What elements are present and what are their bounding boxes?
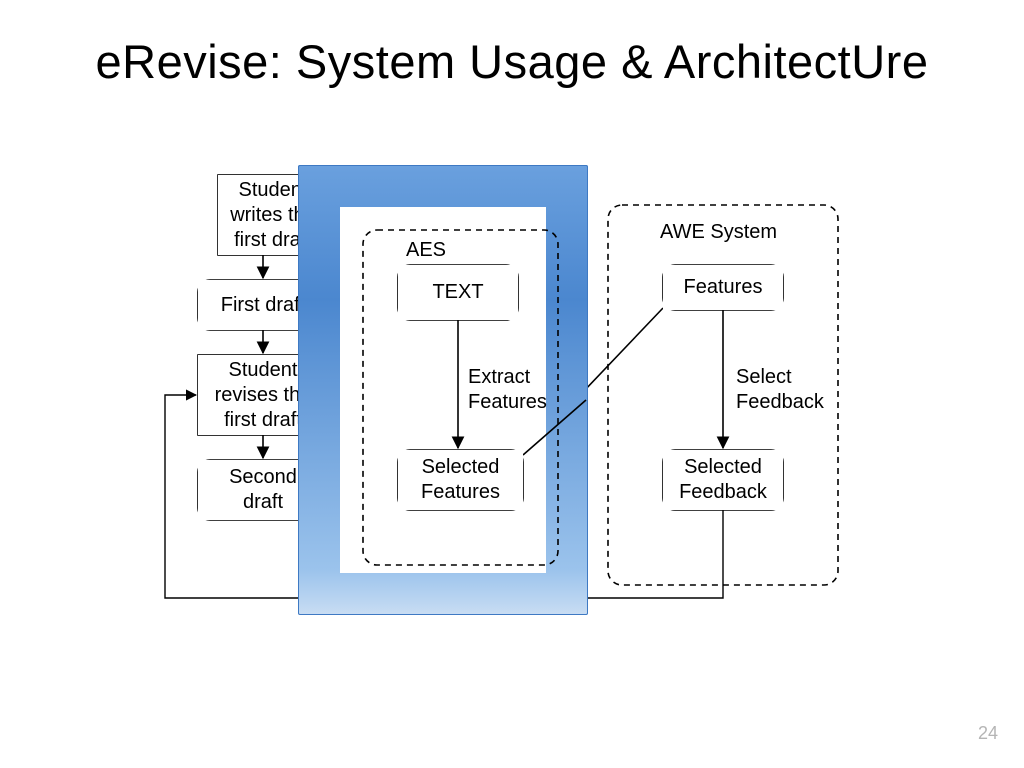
slide-title: eRevise: System Usage & ArchitectUre xyxy=(0,34,1024,89)
label-extract-features-ontop: Extract Features xyxy=(468,365,547,415)
architecture-diagram: Student writes the first draft First dra… xyxy=(168,170,868,640)
box-text-ontop: TEXT xyxy=(398,265,518,320)
page-number: 24 xyxy=(978,723,998,744)
box-selected-features-ontop: Selected Features xyxy=(398,450,523,510)
